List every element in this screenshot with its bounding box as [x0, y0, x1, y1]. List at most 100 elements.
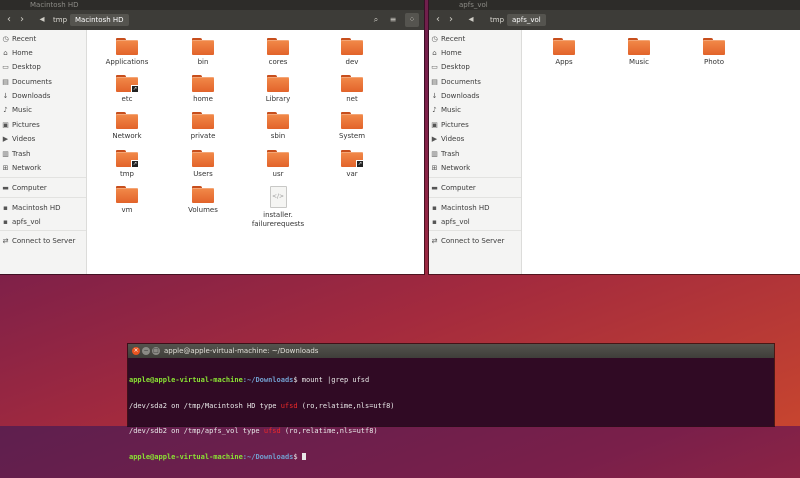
back-icon[interactable]: ‹ [432, 14, 444, 26]
folder-item-applications[interactable]: Applications [87, 38, 167, 67]
sidebar-divider [0, 197, 86, 198]
folder-item-etc[interactable]: ↗ etc [87, 75, 167, 104]
right-file-area[interactable]: Apps Music Photo [522, 30, 800, 274]
left-window-titlebar[interactable]: Macintosh HD [0, 0, 424, 10]
desktop-icon: ▭ [2, 63, 9, 71]
sidebar-item-recent[interactable]: ◷ Recent [429, 33, 465, 45]
close-icon[interactable]: × [132, 347, 140, 355]
sidebar-item-connect-to-server[interactable]: ⇄ Connect to Server [0, 235, 76, 247]
folder-item-music[interactable]: Music [599, 38, 679, 67]
folder-item-sbin[interactable]: sbin [238, 112, 318, 141]
sidebar-item-computer[interactable]: ▬ Computer [0, 182, 47, 194]
sidebar-item-computer[interactable]: ▬ Computer [429, 182, 476, 194]
folder-item-tmp[interactable]: ↗ tmp [87, 150, 167, 179]
item-label: Volumes [188, 206, 218, 214]
folder-item-dev[interactable]: dev [312, 38, 392, 67]
right-window-title: apfs_vol [459, 1, 488, 9]
sidebar-item-desktop[interactable]: ▭ Desktop [0, 61, 41, 73]
terminal-window[interactable]: × − □ apple@apple-virtual-machine: ~/Dow… [128, 344, 774, 461]
path-left-arrow-icon[interactable]: ◂ [36, 14, 48, 26]
sidebar-item-label: Downloads [441, 92, 480, 100]
trash-icon: ▥ [2, 150, 9, 158]
symlink-arrow-icon: ↗ [356, 160, 364, 168]
folder-item-network[interactable]: Network [87, 112, 167, 141]
left-window-title: Macintosh HD [30, 1, 79, 9]
sidebar-item-apfs-vol[interactable]: ▪ apfs_vol [0, 216, 41, 228]
folder-item-system[interactable]: System [312, 112, 392, 141]
server-icon: ⇄ [2, 237, 9, 245]
sidebar-item-music[interactable]: ♪ Music [429, 104, 461, 116]
sidebar-item-pictures[interactable]: ▣ Pictures [0, 119, 40, 131]
sidebar-item-connect-to-server[interactable]: ⇄ Connect to Server [429, 235, 505, 247]
folder-item-home[interactable]: home [163, 75, 243, 104]
forward-icon[interactable]: › [445, 14, 457, 26]
sidebar-item-home[interactable]: ⌂ Home [429, 47, 461, 59]
folder-item-net[interactable]: net [312, 75, 392, 104]
sidebar-item-label: Home [12, 49, 33, 57]
terminal-line-3: /dev/sdb2 on /tmp/apfs_vol type ufsd (ro… [129, 427, 774, 436]
music-icon: ♪ [432, 106, 437, 114]
terminal-titlebar[interactable]: × − □ apple@apple-virtual-machine: ~/Dow… [128, 344, 774, 358]
sidebar-item-apfs-vol[interactable]: ▪ apfs_vol [429, 216, 470, 228]
downloads-icon: ↓ [431, 92, 438, 100]
item-label: home [193, 95, 213, 103]
folder-item-private[interactable]: private [163, 112, 243, 141]
folder-icon [267, 38, 289, 55]
sidebar-item-desktop[interactable]: ▭ Desktop [429, 61, 470, 73]
folder-item-bin[interactable]: bin [163, 38, 243, 67]
folder-item-vm[interactable]: vm [87, 186, 167, 215]
sidebar-item-network[interactable]: ⊞ Network [0, 162, 42, 174]
folder-item-volumes[interactable]: Volumes [163, 186, 243, 215]
sidebar-item-pictures[interactable]: ▣ Pictures [429, 119, 469, 131]
minimize-icon[interactable]: − [142, 347, 150, 355]
folder-icon [341, 38, 363, 55]
back-icon[interactable]: ‹ [3, 14, 15, 26]
sidebar-item-documents[interactable]: ▤ Documents [0, 76, 52, 88]
breadcrumb-tmp[interactable]: tmp [48, 14, 72, 26]
breadcrumb-tmp[interactable]: tmp [485, 14, 509, 26]
folder-icon [192, 38, 214, 55]
folder-item-cores[interactable]: cores [238, 38, 318, 67]
folder-item-var[interactable]: ↗ var [312, 150, 392, 179]
item-label: Applications [105, 58, 149, 66]
search-icon[interactable]: ⌕ [369, 13, 383, 27]
sidebar-item-downloads[interactable]: ↓ Downloads [0, 90, 51, 102]
right-window-titlebar[interactable]: apfs_vol [429, 0, 800, 10]
folder-item-apps[interactable]: Apps [524, 38, 604, 67]
grid-view-icon[interactable]: ⁘ [405, 13, 419, 27]
sidebar-item-network[interactable]: ⊞ Network [429, 162, 471, 174]
downloads-icon: ↓ [2, 92, 9, 100]
view-options-icon[interactable]: ≡ [386, 13, 400, 27]
breadcrumb-apfs-vol[interactable]: apfs_vol [507, 14, 546, 26]
item-label: Photo [704, 58, 724, 66]
breadcrumb-macintosh-hd[interactable]: Macintosh HD [70, 14, 129, 26]
sidebar-item-macintosh-hd[interactable]: ▪ Macintosh HD [0, 202, 61, 214]
folder-item-library[interactable]: Library [238, 75, 318, 104]
sidebar-divider [0, 177, 86, 178]
right-sidebar: ◷ Recent ⌂ Home ▭ Desktop ▤ Documents ↓ Downloads… [429, 30, 522, 274]
sidebar-item-videos[interactable]: ▶ Videos [0, 133, 35, 145]
sidebar-item-videos[interactable]: ▶ Videos [429, 133, 464, 145]
sidebar-item-downloads[interactable]: ↓ Downloads [429, 90, 480, 102]
folder-icon [553, 38, 575, 55]
sidebar-item-recent[interactable]: ◷ Recent [0, 33, 36, 45]
folder-item-photo[interactable]: Photo [674, 38, 754, 67]
sidebar-item-macintosh-hd[interactable]: ▪ Macintosh HD [429, 202, 489, 214]
sidebar-item-documents[interactable]: ▤ Documents [429, 76, 481, 88]
sidebar-item-trash[interactable]: ▥ Trash [429, 148, 459, 160]
file-item-installer-failurerequests[interactable]: </> installer. failurerequests [238, 186, 318, 229]
folder-item-users[interactable]: Users [163, 150, 243, 179]
terminal-output[interactable]: apple@apple-virtual-machine:~/Downloads$… [129, 359, 774, 478]
sidebar-item-home[interactable]: ⌂ Home [0, 47, 33, 59]
sidebar-divider [429, 177, 521, 178]
sidebar-item-music[interactable]: ♪ Music [0, 104, 32, 116]
forward-icon[interactable]: › [16, 14, 28, 26]
maximize-icon[interactable]: □ [152, 347, 160, 355]
left-file-area[interactable]: Applications bin cores dev ↗ etc home Library ne… [87, 30, 424, 274]
path-left-arrow-icon[interactable]: ◂ [465, 14, 477, 26]
sidebar-item-label: Macintosh HD [12, 204, 61, 212]
folder-item-usr[interactable]: usr [238, 150, 318, 179]
sidebar-item-trash[interactable]: ▥ Trash [0, 148, 30, 160]
clock-icon: ◷ [2, 35, 9, 43]
item-label: var [346, 170, 358, 178]
